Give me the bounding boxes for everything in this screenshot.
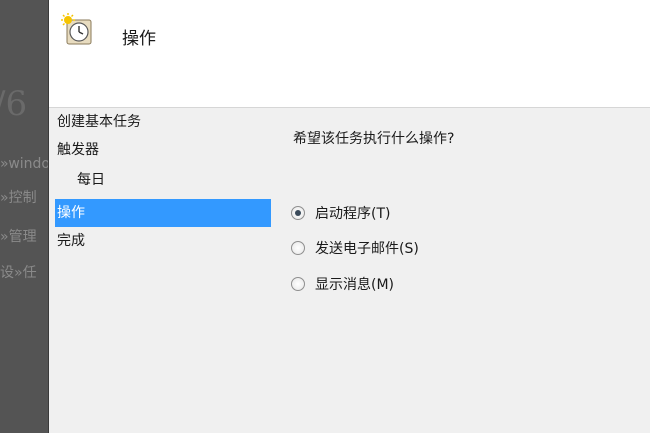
background-page-number: /6 — [0, 84, 28, 124]
radio-button-checked[interactable] — [291, 206, 305, 220]
background-text-line: »windo — [0, 156, 48, 172]
step-action[interactable]: 操作 — [55, 199, 271, 227]
scheduled-task-clock-icon — [61, 13, 95, 47]
step-create-basic-task[interactable]: 创建基本任务 — [57, 108, 141, 136]
create-basic-task-wizard: 操作 创建基本任务 触发器 每日 操作 完成 希望该任务执行什么操作? 启动程序… — [48, 0, 650, 433]
wizard-step-list: 创建基本任务 触发器 每日 操作 完成 — [49, 108, 273, 433]
background-text-line: 设»任 — [0, 265, 37, 281]
page-title: 操作 — [122, 29, 156, 49]
wizard-header: 操作 — [49, 0, 650, 108]
radio-label[interactable]: 启动程序(T) — [315, 204, 390, 224]
step-finish[interactable]: 完成 — [57, 227, 85, 255]
background-text-line: »管理 — [0, 229, 37, 245]
action-question: 希望该任务执行什么操作? — [293, 131, 455, 147]
step-daily[interactable]: 每日 — [77, 166, 105, 194]
step-trigger[interactable]: 触发器 — [57, 136, 99, 164]
radio-button[interactable] — [291, 277, 305, 291]
radio-label[interactable]: 显示消息(M) — [315, 275, 394, 295]
radio-label[interactable]: 发送电子邮件(S) — [315, 239, 419, 259]
radio-button[interactable] — [291, 241, 305, 255]
background-page: /6 »windo »控制 »管理 设»任 — [0, 0, 48, 433]
background-text-line: »控制 — [0, 190, 37, 206]
